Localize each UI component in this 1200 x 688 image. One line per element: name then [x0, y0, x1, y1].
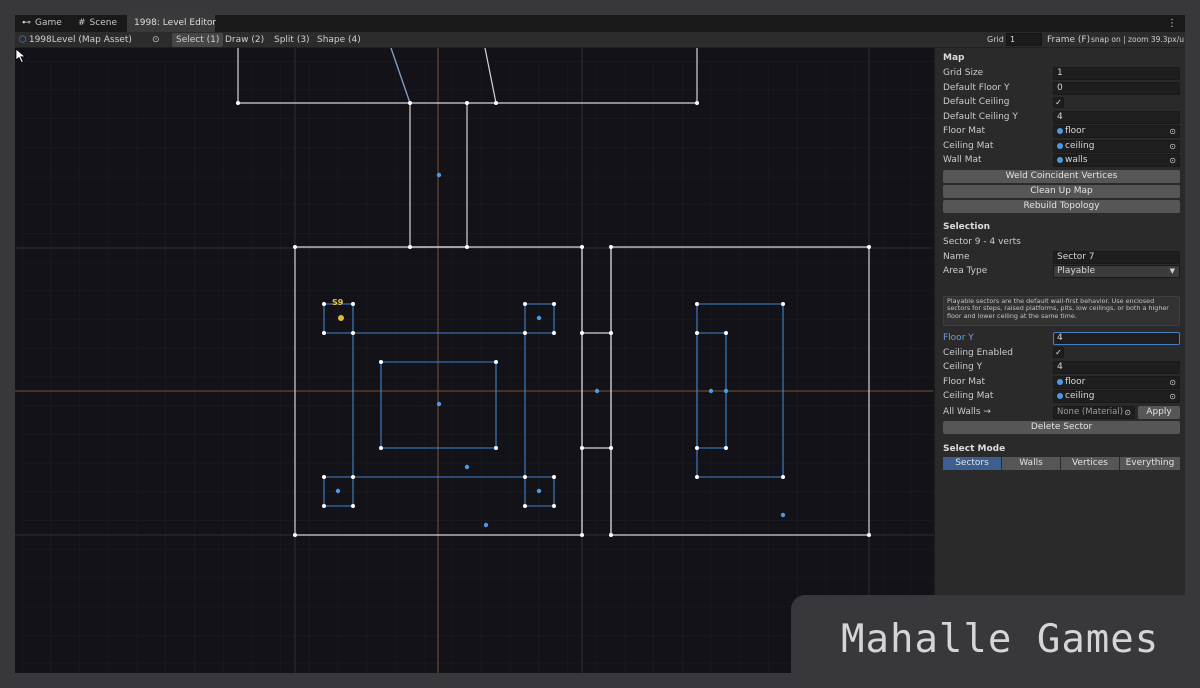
material-icon — [1057, 143, 1063, 149]
delete-sector-button[interactable]: Delete Sector — [943, 421, 1180, 434]
grid-size-input[interactable]: 1 — [1053, 67, 1180, 80]
grid-label: Grid — [987, 35, 1004, 44]
map-ceiling-mat-value: ceiling — [1065, 141, 1095, 151]
grid-size-label: Grid Size — [943, 68, 984, 78]
grid-input[interactable]: 1 — [1006, 33, 1042, 46]
ceiling-y-label: Ceiling Y — [943, 362, 983, 372]
object-picker-icon[interactable]: ⊙ — [1124, 407, 1131, 418]
mode-vertices-button[interactable]: Vertices — [1061, 457, 1119, 470]
map-asset-label: 1998Level (Map Asset) — [28, 35, 132, 45]
select-tool-button[interactable]: Select (1) — [172, 33, 224, 47]
watermark-text: Mahalle Games — [841, 617, 1160, 662]
mode-walls-button[interactable]: Walls — [1002, 457, 1060, 470]
tab-game[interactable]: ⊷ Game — [15, 15, 67, 32]
map-section-title: Map — [943, 53, 965, 63]
map-ceiling-mat-field[interactable]: ceiling ⊙ — [1053, 140, 1180, 153]
default-ceiling-y-input[interactable]: 4 — [1053, 111, 1180, 124]
sector-name-input[interactable]: Sector 7 — [1053, 251, 1180, 264]
map-canvas[interactable] — [15, 48, 933, 673]
tab-scene[interactable]: # Scene — [71, 15, 127, 32]
mode-sectors-button[interactable]: Sectors — [943, 457, 1001, 470]
area-type-value: Playable — [1057, 266, 1096, 276]
sector-floor-mat-value: floor — [1065, 377, 1086, 387]
ceiling-enabled-checkbox[interactable]: ✓ — [1053, 347, 1064, 358]
object-picker-icon[interactable]: ⊙ — [1169, 155, 1176, 166]
material-icon — [1057, 157, 1063, 163]
default-ceiling-y-label: Default Ceiling Y — [943, 112, 1018, 122]
all-walls-placeholder: None (Material) — [1057, 407, 1124, 417]
all-walls-label: All Walls → — [943, 407, 991, 417]
default-floor-label: Default Floor Y — [943, 83, 1010, 93]
object-picker-icon[interactable]: ⊙ — [1169, 126, 1176, 137]
floor-y-label: Floor Y — [943, 333, 974, 343]
chevron-down-icon: ▼ — [1169, 267, 1175, 275]
ceiling-enabled-label: Ceiling Enabled — [943, 348, 1013, 358]
sector-ceiling-mat-label: Ceiling Mat — [943, 391, 994, 401]
watermark-panel: Mahalle Games — [791, 595, 1200, 688]
select-mode-toggle: Sectors Walls Vertices Everything — [943, 457, 1180, 470]
select-mode-title: Select Mode — [943, 444, 1006, 454]
selected-sector-centroid[interactable] — [338, 315, 344, 321]
clean-up-map-button[interactable]: Clean Up Map — [943, 185, 1180, 198]
default-ceiling-checkbox[interactable]: ✓ — [1053, 97, 1064, 108]
grid-icon: # — [78, 18, 86, 28]
floor-y-input[interactable]: 4 — [1053, 332, 1180, 345]
object-picker-icon[interactable]: ⊙ — [1169, 391, 1176, 402]
level-editor-window: ⊷ Game # Scene 1998: Level Editor ⋮ ⬡ 1998L… — [15, 15, 1185, 673]
sector-ceiling-mat-value: ceiling — [1065, 391, 1095, 401]
material-icon — [1057, 379, 1063, 385]
map-ceiling-mat-label: Ceiling Mat — [943, 141, 994, 151]
selected-sector-tag: S9 — [332, 298, 344, 307]
material-icon — [1057, 128, 1063, 134]
all-walls-material-field[interactable]: None (Material) ⊙ — [1053, 406, 1135, 419]
sector-floor-mat-label: Floor Mat — [943, 377, 986, 387]
selection-section-title: Selection — [943, 222, 991, 232]
map-floor-mat-label: Floor Mat — [943, 126, 986, 136]
sector-ceiling-mat-field[interactable]: ceiling ⊙ — [1053, 390, 1180, 403]
shape-tool-button[interactable]: Shape (4) — [313, 33, 365, 47]
map-wall-mat-field[interactable]: walls ⊙ — [1053, 154, 1180, 167]
map-wall-mat-label: Wall Mat — [943, 155, 982, 165]
frame-button[interactable]: Frame (F) — [1045, 33, 1092, 47]
default-ceiling-label: Default Ceiling — [943, 97, 1010, 107]
object-picker-icon[interactable]: ⊙ — [1169, 141, 1176, 152]
kebab-menu-icon[interactable]: ⋮ — [1167, 15, 1177, 32]
default-floor-input[interactable]: 0 — [1053, 82, 1180, 95]
rebuild-topology-button[interactable]: Rebuild Topology — [943, 200, 1180, 213]
tab-level-editor-label: 1998: Level Editor — [134, 18, 217, 28]
asset-cube-icon: ⬡ — [19, 35, 27, 45]
map-floor-mat-field[interactable]: floor ⊙ — [1053, 125, 1180, 138]
ceiling-y-input[interactable]: 4 — [1053, 361, 1180, 374]
sector-name-label: Name — [943, 252, 970, 262]
object-picker-icon[interactable]: ⊙ — [1169, 377, 1176, 388]
material-icon — [1057, 393, 1063, 399]
asset-picker-icon[interactable]: ⊙ — [152, 34, 160, 46]
tab-scene-label: Scene — [89, 18, 117, 28]
editor-toolbar: ⬡ 1998Level (Map Asset) ⊙ Select (1) Draw… — [15, 32, 1185, 48]
sector-floor-mat-field[interactable]: floor ⊙ — [1053, 376, 1180, 389]
tab-bar: ⊷ Game # Scene 1998: Level Editor ⋮ — [15, 15, 1185, 32]
gamepad-icon: ⊷ — [22, 18, 31, 28]
split-tool-button[interactable]: Split (3) — [270, 33, 314, 47]
area-type-help-box: Playable sectors are the default wall-fi… — [943, 296, 1180, 326]
mode-everything-button[interactable]: Everything — [1120, 457, 1180, 470]
tab-game-label: Game — [35, 18, 62, 28]
map-floor-mat-value: floor — [1065, 126, 1086, 136]
inspector-panel: Map Grid Size 1 Default Floor Y 0 Defaul… — [933, 48, 1185, 673]
level-viewport[interactable]: S9 — [15, 48, 933, 673]
area-type-label: Area Type — [943, 266, 988, 276]
area-type-dropdown[interactable]: Playable ▼ — [1053, 265, 1180, 278]
map-wall-mat-value: walls — [1065, 155, 1088, 165]
draw-tool-button[interactable]: Draw (2) — [221, 33, 268, 47]
weld-vertices-button[interactable]: Weld Coincident Vertices — [943, 170, 1180, 183]
tab-level-editor[interactable]: 1998: Level Editor — [127, 15, 217, 32]
mouse-cursor-icon — [15, 48, 27, 64]
map-asset-field[interactable]: ⬡ 1998Level (Map Asset) — [19, 34, 132, 46]
selection-summary: Sector 9 - 4 verts — [943, 237, 1021, 247]
apply-walls-button[interactable]: Apply — [1138, 406, 1180, 419]
snap-zoom-readout: snap on | zoom 39.3px/u — [1091, 35, 1185, 44]
